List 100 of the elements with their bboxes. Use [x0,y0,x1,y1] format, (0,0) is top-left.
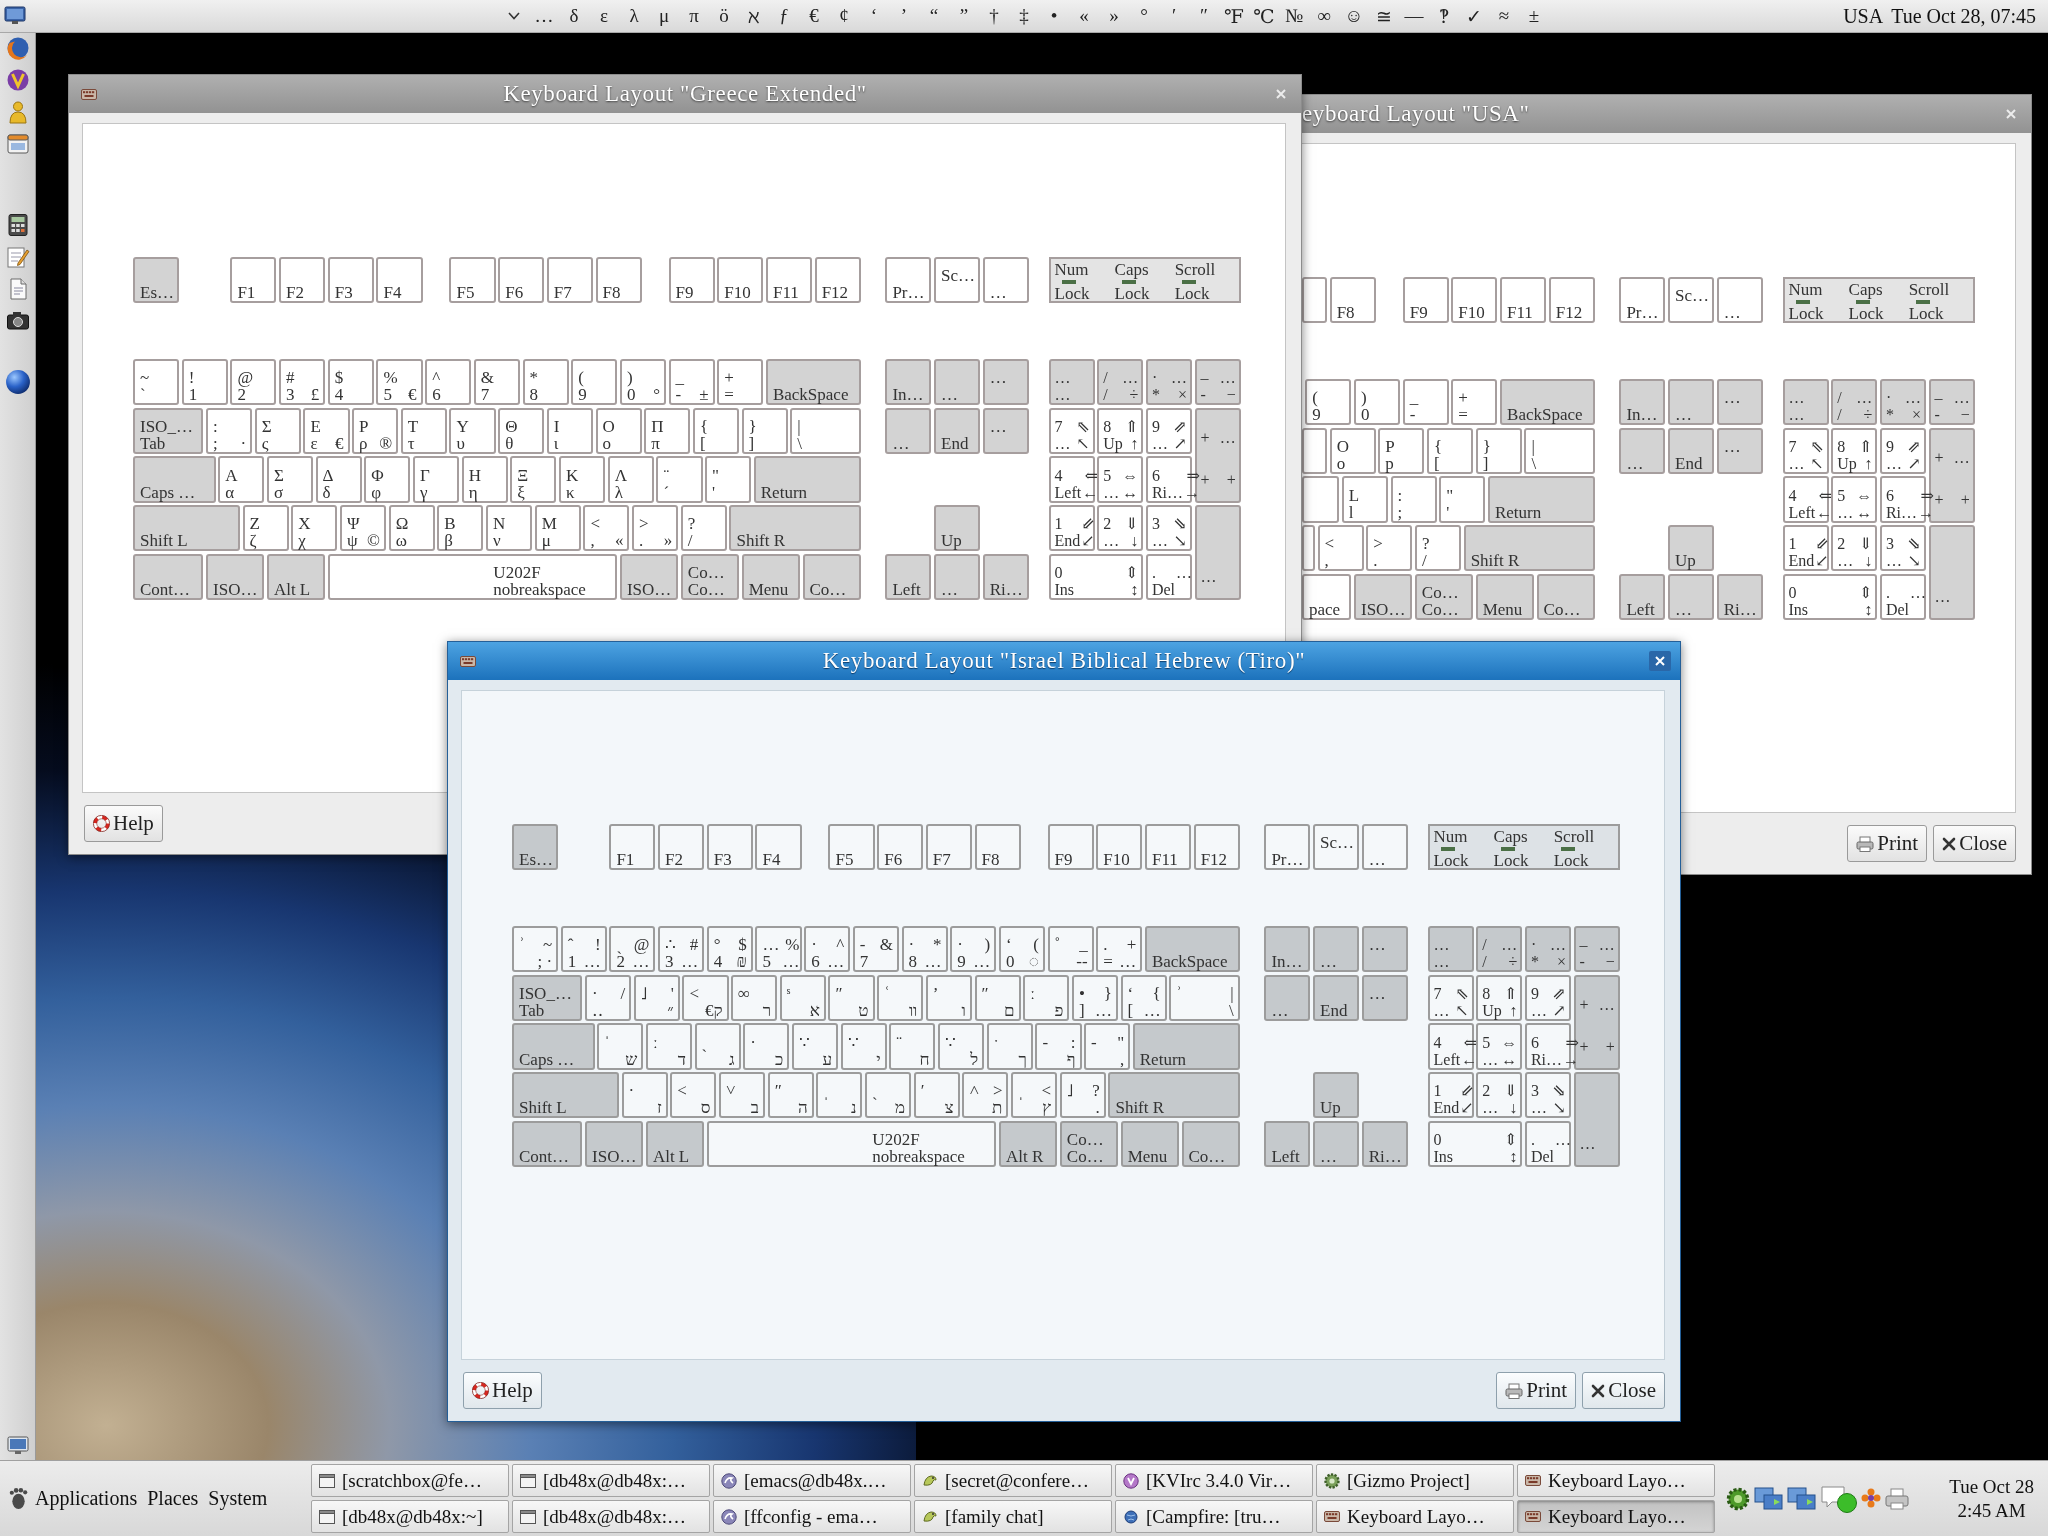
character-button[interactable]: ‡ [1009,1,1039,31]
task-button[interactable]: Keyboard Layo… [1517,1500,1715,1533]
character-button[interactable]: ″ [1189,1,1219,31]
character-button[interactable]: ‽ [1429,1,1459,31]
character-button[interactable]: λ [619,1,649,31]
character-button[interactable]: π [679,1,709,31]
sphere-icon[interactable] [4,369,31,395]
character-button[interactable]: ‘ [859,1,889,31]
print-button[interactable]: Print [1847,825,1928,862]
character-button[interactable]: … [529,1,559,31]
key-label: €ק [704,1001,723,1019]
character-button[interactable]: ∞ [1309,1,1339,31]
character-button[interactable]: ℃ [1249,1,1279,31]
character-button[interactable]: ℉ [1219,1,1249,31]
key-label: Up [1675,552,1696,570]
task-button[interactable]: Keyboard Layo… [1316,1500,1514,1533]
task-button[interactable]: [Gizmo Project] [1316,1464,1514,1497]
character-button[interactable]: ” [949,1,979,31]
close-button[interactable]: Close [1933,825,2016,862]
character-button[interactable]: ± [1519,1,1549,31]
character-button[interactable]: ✓ [1459,1,1489,31]
character-button[interactable]: ≅ [1369,1,1399,31]
character-button[interactable]: € [799,1,829,31]
menu-item[interactable]: System [204,1487,272,1510]
close-button[interactable]: Close [1582,1372,1665,1409]
monitor-icon[interactable] [6,1436,29,1456]
key-label: Ζ [249,515,260,533]
gear-icon[interactable] [1725,1485,1751,1512]
task-button[interactable]: [db48x@db48x:… [512,1464,710,1497]
key-label: . [1885,584,1891,601]
key-label: ® [379,434,393,452]
key-label: ˌ [1018,1082,1024,1100]
character-button[interactable]: ☺ [1339,1,1369,31]
character-button[interactable]: ℵ [739,1,769,31]
key-label: ω [395,532,408,550]
character-button[interactable]: — [1399,1,1429,31]
chevron-circle-icon[interactable] [5,68,30,92]
character-button[interactable]: » [1099,1,1129,31]
camera-icon[interactable] [5,309,30,333]
key-label: Return [1139,1050,1187,1068]
character-button[interactable]: μ [649,1,679,31]
character-button[interactable]: • [1039,1,1069,31]
character-button[interactable]: † [979,1,1009,31]
task-button[interactable]: Keyboard Layo… [1517,1464,1715,1497]
character-button[interactable]: δ [559,1,589,31]
character-button[interactable]: « [1069,1,1099,31]
globe-icon[interactable] [5,36,30,60]
character-button[interactable]: ¢ [829,1,859,31]
task-button[interactable]: [scratchbox@fe… [311,1464,509,1497]
task-button[interactable]: [db48x@db48x:~] [311,1500,509,1533]
caret-icon[interactable] [508,12,520,20]
task-button[interactable]: [KVIrc 3.4.0 Vir… [1115,1464,1313,1497]
help-button[interactable]: Help [84,805,163,842]
task-button[interactable]: [emacs@db48x.… [713,1464,911,1497]
key-label: Alt L [273,580,311,598]
help-button[interactable]: Help [463,1372,542,1409]
clock[interactable]: Tue Oct 28, 07:45 [1891,4,2036,28]
print-button[interactable]: Print [1496,1372,1577,1409]
character-button[interactable]: ƒ [769,1,799,31]
menu-item[interactable]: Places [143,1487,203,1510]
stacked-windows-icon[interactable] [1787,1485,1817,1512]
task-button[interactable]: [ffconfig - ema… [713,1500,911,1533]
task-button[interactable]: [db48x@db48x:… [512,1500,710,1533]
task-button[interactable]: [family chat] [914,1500,1112,1533]
character-button[interactable]: ö [709,1,739,31]
key-label: … [1119,953,1137,971]
foot-icon[interactable] [8,1487,29,1510]
key-label: ↓ [1509,1100,1518,1117]
chat-status-icon[interactable] [1820,1483,1858,1514]
key-label: { [699,417,709,435]
task-button[interactable]: [Campfire: [tru… [1115,1500,1313,1533]
key-label: ∴ [665,936,677,954]
character-button[interactable]: ’ [889,1,919,31]
calculator-icon[interactable] [5,213,30,237]
monitor-icon[interactable] [4,6,26,26]
window-icon[interactable] [5,132,30,156]
key-label: F9 [675,284,694,302]
character-button[interactable]: ° [1129,1,1159,31]
layout-indicator[interactable]: USA [1843,4,1884,28]
task-button[interactable]: [secret@confere… [914,1464,1112,1497]
character-button[interactable]: ′ [1159,1,1189,31]
character-button[interactable]: “ [919,1,949,31]
character-button[interactable]: ε [589,1,619,31]
menu-item[interactable]: Applications [31,1487,142,1510]
character-button[interactable]: ≈ [1489,1,1519,31]
key-label: ˑ [993,1033,999,1051]
key-label: 5 [383,386,393,404]
key-label: א [809,1001,820,1019]
key-label: … [1433,937,1450,954]
key-label: נ [850,1099,857,1117]
key-label: … [1953,450,1970,467]
key-label: Co… [1188,1147,1226,1165]
printer-icon[interactable] [1884,1486,1910,1511]
notepad-icon[interactable] [5,245,30,269]
close-icon[interactable] [1649,651,1671,671]
clock[interactable]: Tue Oct 28 2:45 AM [1943,1473,2040,1524]
character-button[interactable]: № [1279,1,1309,31]
flower-icon[interactable] [1861,1487,1881,1508]
key-label: ξ [517,483,526,501]
stacked-windows-icon[interactable] [1754,1485,1784,1512]
